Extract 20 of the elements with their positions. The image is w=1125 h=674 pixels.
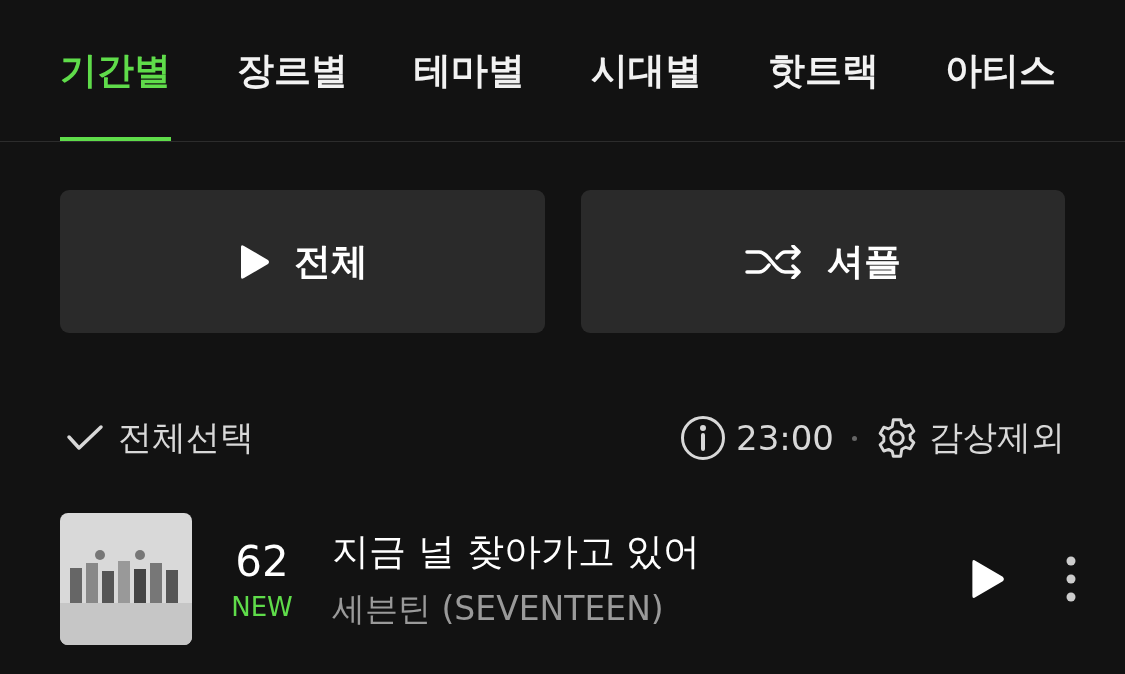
category-tab[interactable]: 시대별 xyxy=(591,0,702,141)
category-tab[interactable]: 아티스 xyxy=(945,0,1056,141)
play-button[interactable] xyxy=(969,558,1005,600)
shuffle-icon xyxy=(745,244,803,279)
info-icon[interactable] xyxy=(680,415,726,461)
more-button[interactable] xyxy=(1065,556,1077,602)
play-all-button[interactable]: 전체 xyxy=(60,190,545,333)
category-tab[interactable]: 장르별 xyxy=(237,0,348,141)
total-duration: 23:00 xyxy=(736,418,834,458)
shuffle-button[interactable]: 셔플 xyxy=(581,190,1065,333)
chart-rank: 62 xyxy=(235,536,289,586)
song-title[interactable]: 지금 널 찾아가고 있어 xyxy=(332,526,949,577)
category-tab[interactable]: 테마별 xyxy=(414,0,525,141)
category-tab[interactable]: 핫트랙 xyxy=(768,0,879,141)
exclude-label[interactable]: 감상제외 xyxy=(929,415,1065,461)
select-all-label[interactable]: 전체선택 xyxy=(118,415,254,461)
check-icon[interactable] xyxy=(66,424,104,452)
artist-name[interactable]: 세븐틴 (SEVENTEEN) xyxy=(332,586,949,632)
new-label: NEW xyxy=(231,591,293,622)
category-tab[interactable]: 기간별 xyxy=(60,0,171,141)
